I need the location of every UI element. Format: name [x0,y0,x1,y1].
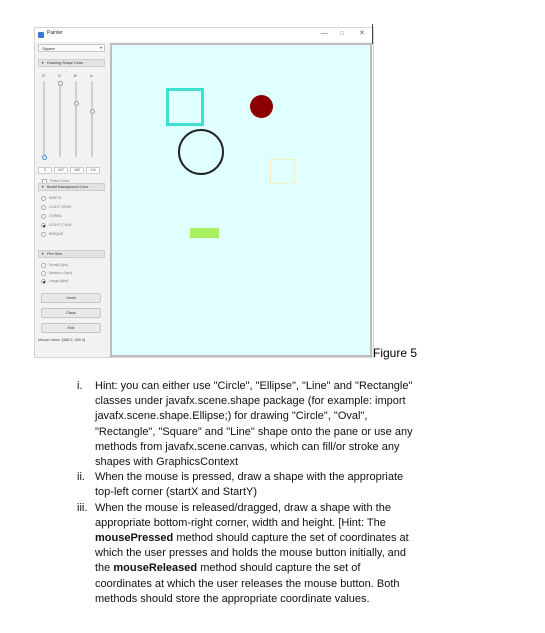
collapse-arrow-icon: ▼ [41,252,45,256]
drawing-color-header[interactable]: ▼ Drawing Shape Color [38,59,105,67]
undo-button[interactable]: Undo [41,293,101,303]
text-line: When the mouse is released/dragged, draw… [95,501,391,514]
slider-track-r[interactable] [43,81,45,157]
slider-thumb-r[interactable] [41,154,47,160]
text-fragment: method should capture the set of coordin… [176,532,409,545]
value-field-r[interactable]: 0 [38,167,52,174]
window-title: Painter [47,30,63,36]
text-line: which the user presses and holds the mou… [95,547,407,560]
text-line: "Rectangle", "Square" and "Line" shape o… [95,425,413,438]
channel-label-r: R [42,73,45,78]
text-line: mousePressed method should capture the s… [95,531,473,546]
slider-thumb-b[interactable] [73,100,79,106]
slider-thumb-a[interactable] [89,108,95,114]
text-line: the mouseReleased method should capture … [95,561,473,576]
instructions-list: i. Hint: you can either use "Circle", "E… [73,379,473,607]
item-number: ii. [77,471,85,484]
slider-thumb-g[interactable] [57,80,63,86]
channel-label-b: B [74,73,77,78]
drawing-color-title: Drawing Shape Color [47,61,84,65]
text-line: When the mouse is pressed, draw a shape … [95,471,404,484]
app-icon [38,32,44,38]
control-panel: Square ▾ ▼ Drawing Shape Color R G B A 0… [37,43,107,357]
slider-track-b[interactable] [75,81,77,157]
bold-term: mouseReleased [113,562,198,575]
radio-label: Large (6px) [49,279,69,283]
text-line: classes under javafx.scene.shape package… [95,395,406,408]
text-line: methods from javafx.scene.canvas, which … [95,440,400,453]
collapse-arrow-icon: ▼ [41,185,45,189]
instruction-item: iii. When the mouse is released/dragged,… [73,501,473,607]
radio-button[interactable] [41,263,46,268]
chevron-down-icon: ▾ [99,45,102,50]
channel-label-a: A [90,73,93,78]
collapse-arrow-icon: ▼ [41,61,45,65]
slider-track-a[interactable] [91,81,93,157]
shape-select[interactable]: Square ▾ [38,44,105,52]
minimize-button[interactable]: — [321,29,328,39]
radio-label: BISQUE [49,232,64,236]
slider-track-g[interactable] [59,81,61,157]
title-bar: Painter — □ ✕ [35,28,373,42]
radio-button[interactable] [41,196,46,201]
background-color-title: Board Background Color [47,185,89,189]
drawn-circle-outline [178,129,224,175]
exit-button[interactable]: Exit [41,323,101,333]
instruction-item: ii. When the mouse is pressed, draw a sh… [73,470,473,500]
radio-button[interactable] [41,279,46,284]
channel-label-g: G [58,73,62,78]
radio-button[interactable] [41,232,46,237]
radio-button[interactable] [41,205,46,210]
value-field-g[interactable]: 247 [54,167,68,174]
radio-button[interactable] [41,223,46,228]
drawn-filled-rectangle [190,228,219,238]
radio-button[interactable] [41,271,46,276]
text-line: appropriate bottom-right corner, width a… [95,516,386,529]
mouse-status-label: Mouse move: [488.0, 460.0] [38,338,86,342]
radio-label: CORAL [49,214,63,218]
window-edge-line [372,24,373,44]
maximize-button[interactable]: □ [340,29,344,39]
value-field-b[interactable]: 182 [70,167,84,174]
item-number: iii. [77,501,88,514]
instruction-item: i. Hint: you can either use "Circle", "E… [73,379,473,470]
bold-term: mousePressed [95,532,174,545]
drawn-square-outline [166,88,204,126]
text-fragment: method should capture the set of [200,562,361,575]
radio-label: LIGHT GRAY [49,205,72,209]
text-line: shapes with GraphicsContext [95,456,239,469]
text-line: javafx.scene.shape.Ellipse;) for drawing… [95,410,368,423]
text-line: methods should store the appropriate coo… [95,592,370,605]
drawn-filled-circle [250,95,273,118]
radio-label: WHITE [49,196,62,200]
clear-button[interactable]: Clear [41,308,101,318]
text-line: Hint: you can either use "Circle", "Elli… [95,380,413,392]
pen-size-header[interactable]: ▼ Pen Size [38,250,105,258]
close-button[interactable]: ✕ [359,29,365,39]
radio-label: LIGHT CYAN [49,223,72,227]
value-field-a[interactable]: 0.6 [86,167,100,174]
background-color-header[interactable]: ▼ Board Background Color [38,183,105,191]
text-line: coordinates at which the user releases t… [95,577,400,590]
radio-label: Medium (4px) [49,271,73,275]
pen-size-title: Pen Size [47,252,63,256]
text-line: top-left corner (startX and StartY) [95,486,258,499]
drawn-small-square-outline [270,159,295,184]
text-fragment: the [95,562,111,575]
figure-caption: Figure 5 [373,346,418,360]
item-number: i. [77,380,83,392]
radio-label: Small (2px) [49,263,69,267]
radio-button[interactable] [41,214,46,219]
painter-window: Painter — □ ✕ Square ▾ ▼ Drawing Shape C… [34,24,374,358]
drawing-canvas[interactable] [110,43,372,357]
shape-select-value: Square [42,46,55,51]
